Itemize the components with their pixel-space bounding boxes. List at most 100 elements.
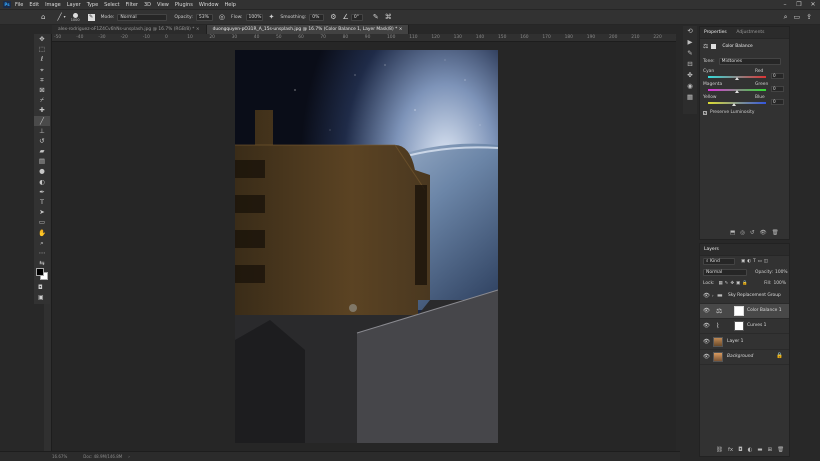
menu-layer[interactable]: Layer <box>67 2 81 8</box>
smoothing-field[interactable]: 0% <box>309 13 325 21</box>
close-window-button[interactable]: ✕ <box>806 0 820 9</box>
lasso-tool-icon[interactable]: ℓ <box>34 54 50 64</box>
new-adjustment-icon[interactable]: ◐ <box>748 447 753 453</box>
history-icon[interactable]: ⟲ <box>683 26 697 37</box>
tab-close-icon[interactable]: × <box>399 27 403 32</box>
chevron-down-icon[interactable]: ▾ <box>64 13 66 21</box>
slider-thumb[interactable] <box>735 90 739 93</box>
opacity-field[interactable]: 53% <box>195 13 213 21</box>
layer-filter-select[interactable]: ⌕ Kind <box>703 258 735 265</box>
marquee-tool-icon[interactable]: ⬚ <box>34 44 50 54</box>
tab-layers[interactable]: Layers <box>700 244 723 255</box>
menu-file[interactable]: File <box>15 2 23 8</box>
pen-tool-icon[interactable]: ✒ <box>34 187 50 197</box>
new-group-icon[interactable]: ▬ <box>757 447 762 453</box>
zoom-level[interactable]: 16.67% <box>52 454 67 459</box>
quick-select-tool-icon[interactable]: ⌖ <box>34 65 50 75</box>
status-menu-icon[interactable]: › <box>128 454 130 459</box>
brush-settings-icon[interactable]: ✎ <box>87 13 95 21</box>
blend-mode-select[interactable]: Normal <box>703 269 747 276</box>
workspace-icon[interactable]: ▭ <box>794 13 801 21</box>
visibility-icon[interactable]: 👁 <box>760 230 767 236</box>
menu-view[interactable]: View <box>157 2 169 8</box>
foreground-color-swatch[interactable] <box>36 268 44 276</box>
delete-adjustment-icon[interactable]: 🗑 <box>772 230 779 236</box>
crop-tool-icon[interactable]: ⌗ <box>34 75 50 85</box>
layer-filter-icons[interactable]: ▣◐T▭◫ <box>741 259 770 264</box>
eye-icon[interactable]: 👁 <box>703 308 710 314</box>
tab-properties[interactable]: Properties <box>700 27 731 38</box>
blur-tool-icon[interactable]: ● <box>34 166 50 176</box>
screen-mode-icon[interactable]: ▣ <box>38 294 44 301</box>
pressure-opacity-icon[interactable]: ◎ <box>219 13 225 21</box>
tab-close-icon[interactable]: × <box>196 27 200 32</box>
slider-value-field[interactable]: 0 <box>771 99 784 105</box>
link-layers-icon[interactable]: ⛓ <box>716 447 723 453</box>
menu-filter[interactable]: Filter <box>126 2 138 8</box>
layer-style-icon[interactable]: fx <box>728 447 733 453</box>
menu-type[interactable]: Type <box>87 2 98 8</box>
styles-icon[interactable]: ✤ <box>683 70 697 81</box>
eye-icon[interactable]: 👁 <box>703 293 710 299</box>
brush-preset-picker[interactable]: 1000 <box>71 12 80 22</box>
mode-select[interactable]: Normal <box>117 13 168 21</box>
new-layer-icon[interactable]: ⊞ <box>768 447 773 453</box>
color-slider-track[interactable] <box>708 89 766 93</box>
color-slider-track[interactable] <box>708 102 766 106</box>
swatches-icon[interactable]: ▦ <box>683 92 697 103</box>
color-icon[interactable]: ◉ <box>683 81 697 92</box>
reset-icon[interactable]: ↺ <box>750 230 755 236</box>
fill-value[interactable]: 100% <box>773 281 786 286</box>
eye-icon[interactable]: 👁 <box>703 354 710 360</box>
menu-plugins[interactable]: Plugins <box>175 2 193 8</box>
brush-settings-panel-icon[interactable]: ✎ <box>683 48 697 59</box>
slider-thumb[interactable] <box>735 77 739 80</box>
quick-mask-icon[interactable]: ◘ <box>38 284 43 291</box>
eraser-tool-icon[interactable]: ▰ <box>34 146 50 156</box>
dodge-tool-icon[interactable]: ◐ <box>34 177 50 187</box>
flow-field[interactable]: 100% <box>245 13 263 21</box>
document-image[interactable] <box>235 50 498 443</box>
eye-icon[interactable]: 👁 <box>703 323 710 329</box>
path-select-tool-icon[interactable]: ➤ <box>34 207 50 217</box>
delete-layer-icon[interactable]: 🗑 <box>777 447 784 453</box>
layer-mask-thumbnail[interactable] <box>734 306 744 316</box>
slider-thumb[interactable] <box>732 103 737 106</box>
tone-select[interactable]: Midtones <box>718 58 781 65</box>
actions-icon[interactable]: ▶ <box>683 37 697 48</box>
swap-colors-icon[interactable]: ⇆ <box>34 258 50 268</box>
add-mask-icon[interactable]: ◘ <box>738 447 742 453</box>
shape-tool-icon[interactable]: ▭ <box>34 217 50 227</box>
move-tool-icon[interactable]: ✥ <box>34 34 50 44</box>
tab-adjustments[interactable]: Adjustments <box>732 27 768 38</box>
gradient-tool-icon[interactable]: ▤ <box>34 156 50 166</box>
angle-field[interactable]: 0° <box>350 13 363 21</box>
layer-row-background[interactable]: 👁 Background 🔒 <box>700 350 789 365</box>
eyedropper-tool-icon[interactable]: ⌿ <box>34 95 50 105</box>
type-tool-icon[interactable]: T <box>34 197 50 207</box>
pressure-size-icon[interactable]: ✎ <box>373 13 379 21</box>
zoom-tool-icon[interactable]: ⌕ <box>34 238 50 248</box>
layer-opacity-value[interactable]: 100% <box>775 270 788 275</box>
eye-icon[interactable]: 👁 <box>703 339 710 345</box>
menu-edit[interactable]: Edit <box>29 2 39 8</box>
share-icon[interactable]: ⇪ <box>806 13 812 21</box>
document-tab-active[interactable]: duongquyen-pO31R_A_15s-unsplash.jpg @ 16… <box>206 25 410 34</box>
slider-value-field[interactable]: 0 <box>771 86 784 92</box>
healing-brush-tool-icon[interactable]: ✚ <box>34 105 50 115</box>
menu-3d[interactable]: 3D <box>144 2 151 8</box>
clone-stamp-tool-icon[interactable]: ⊥ <box>34 126 50 136</box>
minimize-button[interactable]: – <box>778 0 792 9</box>
home-icon[interactable]: ⌂ <box>41 13 45 21</box>
brush-tool-icon[interactable]: ╱ <box>57 13 61 21</box>
gear-icon[interactable]: ⚙ <box>330 13 336 21</box>
layer-row-curves[interactable]: 👁 ⌇ Curves 1 <box>700 319 789 334</box>
mask-icon[interactable] <box>711 44 717 49</box>
adjustments-panel-icon[interactable]: ⊟ <box>683 59 697 70</box>
slider-value-field[interactable]: 0 <box>771 73 784 79</box>
frame-tool-icon[interactable]: ⊠ <box>34 85 50 95</box>
layer-mask-thumbnail[interactable] <box>734 321 744 331</box>
view-previous-icon[interactable]: ◎ <box>740 230 745 236</box>
history-brush-tool-icon[interactable]: ↺ <box>34 136 50 146</box>
maximize-button[interactable]: ❐ <box>792 0 806 9</box>
